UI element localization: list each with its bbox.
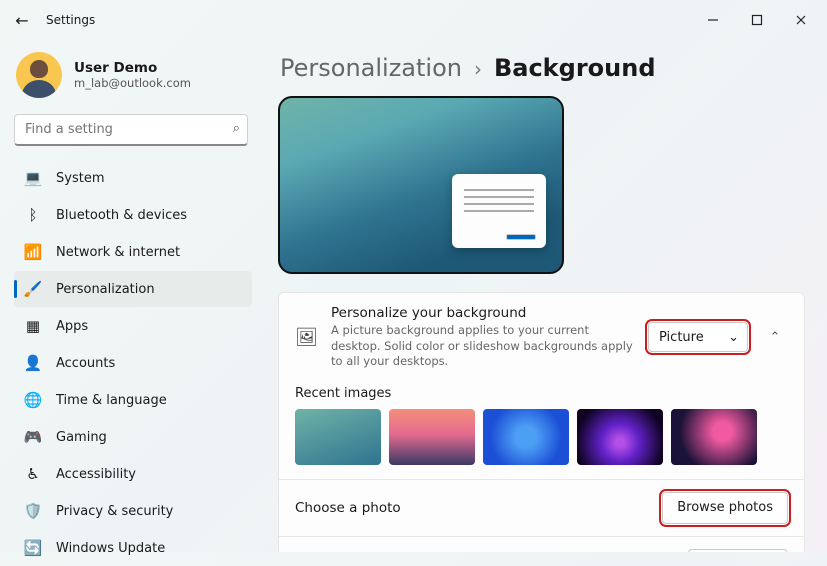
minimize-button[interactable] — [691, 4, 735, 36]
nav-icon: ▦ — [24, 317, 42, 335]
personalize-sub: A picture background applies to your cur… — [331, 323, 634, 370]
breadcrumb: Personalization › Background — [280, 54, 805, 82]
nav-label: Gaming — [56, 430, 107, 445]
fit-select[interactable]: Fill ⌄ — [688, 549, 788, 552]
nav-icon: 🖌️ — [24, 280, 42, 298]
recent-thumb[interactable] — [577, 409, 663, 465]
recent-thumb[interactable] — [671, 409, 757, 465]
nav-label: Privacy & security — [56, 504, 173, 519]
search-input[interactable] — [14, 114, 248, 146]
recent-images — [279, 409, 804, 479]
personalize-title: Personalize your background — [331, 305, 634, 321]
nav-list: 💻 System ᛒ Bluetooth & devices 📶 Network & in… — [14, 160, 252, 566]
sidebar-item-apps[interactable]: ▦ Apps — [14, 308, 252, 344]
breadcrumb-parent[interactable]: Personalization — [280, 54, 462, 82]
nav-label: Time & language — [56, 393, 167, 408]
nav-label: Apps — [56, 319, 88, 334]
recent-thumb[interactable] — [295, 409, 381, 465]
sidebar-item-gaming[interactable]: 🎮 Gaming — [14, 419, 252, 455]
fit-row: Choose a fit for your desktop image Fill… — [279, 536, 804, 552]
avatar — [16, 52, 62, 98]
nav-icon: ᛒ — [24, 206, 42, 224]
sidebar-item-time-language[interactable]: 🌐 Time & language — [14, 382, 252, 418]
picture-icon: 🖼 — [295, 327, 317, 348]
user-email: m_lab@outlook.com — [74, 76, 191, 90]
back-button[interactable]: ← — [4, 11, 40, 30]
recent-thumb[interactable] — [389, 409, 475, 465]
titlebar: ← Settings — [0, 0, 827, 40]
nav-icon: ♿ — [24, 465, 42, 483]
sidebar-item-system[interactable]: 💻 System — [14, 160, 252, 196]
nav-label: Accessibility — [56, 467, 136, 482]
sidebar-item-personalization[interactable]: 🖌️ Personalization — [14, 271, 252, 307]
choose-photo-row: Choose a photo Browse photos — [279, 479, 804, 536]
recent-images-label: Recent images — [279, 382, 804, 409]
user-name: User Demo — [74, 60, 191, 76]
nav-label: Windows Update — [56, 541, 165, 556]
sidebar: User Demo m_lab@outlook.com ⌕ 💻 System ᛒ Bl… — [0, 40, 262, 552]
nav-icon: 🎮 — [24, 428, 42, 446]
nav-label: Personalization — [56, 282, 155, 297]
maximize-button[interactable] — [735, 4, 779, 36]
personalize-row: 🖼 Personalize your background A picture … — [279, 293, 804, 382]
background-type-value: Picture — [659, 330, 704, 345]
choose-photo-label: Choose a photo — [295, 500, 648, 516]
sidebar-item-privacy-security[interactable]: 🛡️ Privacy & security — [14, 493, 252, 529]
background-type-select[interactable]: Picture ⌄ — [648, 322, 748, 352]
chevron-up-icon: ⌃ — [770, 330, 781, 345]
sidebar-item-accessibility[interactable]: ♿ Accessibility — [14, 456, 252, 492]
sidebar-item-windows-update[interactable]: 🔄 Windows Update — [14, 530, 252, 566]
sidebar-item-bluetooth-devices[interactable]: ᛒ Bluetooth & devices — [14, 197, 252, 233]
chevron-down-icon: ⌄ — [728, 330, 739, 345]
nav-icon: 🌐 — [24, 391, 42, 409]
background-settings-card: 🖼 Personalize your background A picture … — [278, 292, 805, 552]
nav-icon: 👤 — [24, 354, 42, 372]
recent-thumb[interactable] — [483, 409, 569, 465]
nav-icon: 📶 — [24, 243, 42, 261]
search-box: ⌕ — [14, 114, 248, 146]
close-button[interactable] — [779, 4, 823, 36]
nav-label: System — [56, 171, 104, 186]
user-block[interactable]: User Demo m_lab@outlook.com — [14, 46, 252, 114]
background-preview — [278, 96, 564, 274]
nav-icon: 💻 — [24, 169, 42, 187]
browse-photos-button[interactable]: Browse photos — [662, 492, 788, 524]
sidebar-item-accounts[interactable]: 👤 Accounts — [14, 345, 252, 381]
nav-label: Accounts — [56, 356, 115, 371]
nav-icon: 🔄 — [24, 539, 42, 557]
content-pane: Personalization › Background 🖼 Personali… — [262, 40, 827, 552]
nav-label: Bluetooth & devices — [56, 208, 187, 223]
nav-icon: 🛡️ — [24, 502, 42, 520]
search-icon: ⌕ — [233, 121, 240, 136]
chevron-right-icon: › — [474, 57, 482, 81]
window-title: Settings — [40, 13, 95, 27]
breadcrumb-current: Background — [494, 54, 656, 82]
nav-label: Network & internet — [56, 245, 180, 260]
sidebar-item-network-internet[interactable]: 📶 Network & internet — [14, 234, 252, 270]
collapse-button[interactable]: ⌃ — [762, 330, 788, 345]
